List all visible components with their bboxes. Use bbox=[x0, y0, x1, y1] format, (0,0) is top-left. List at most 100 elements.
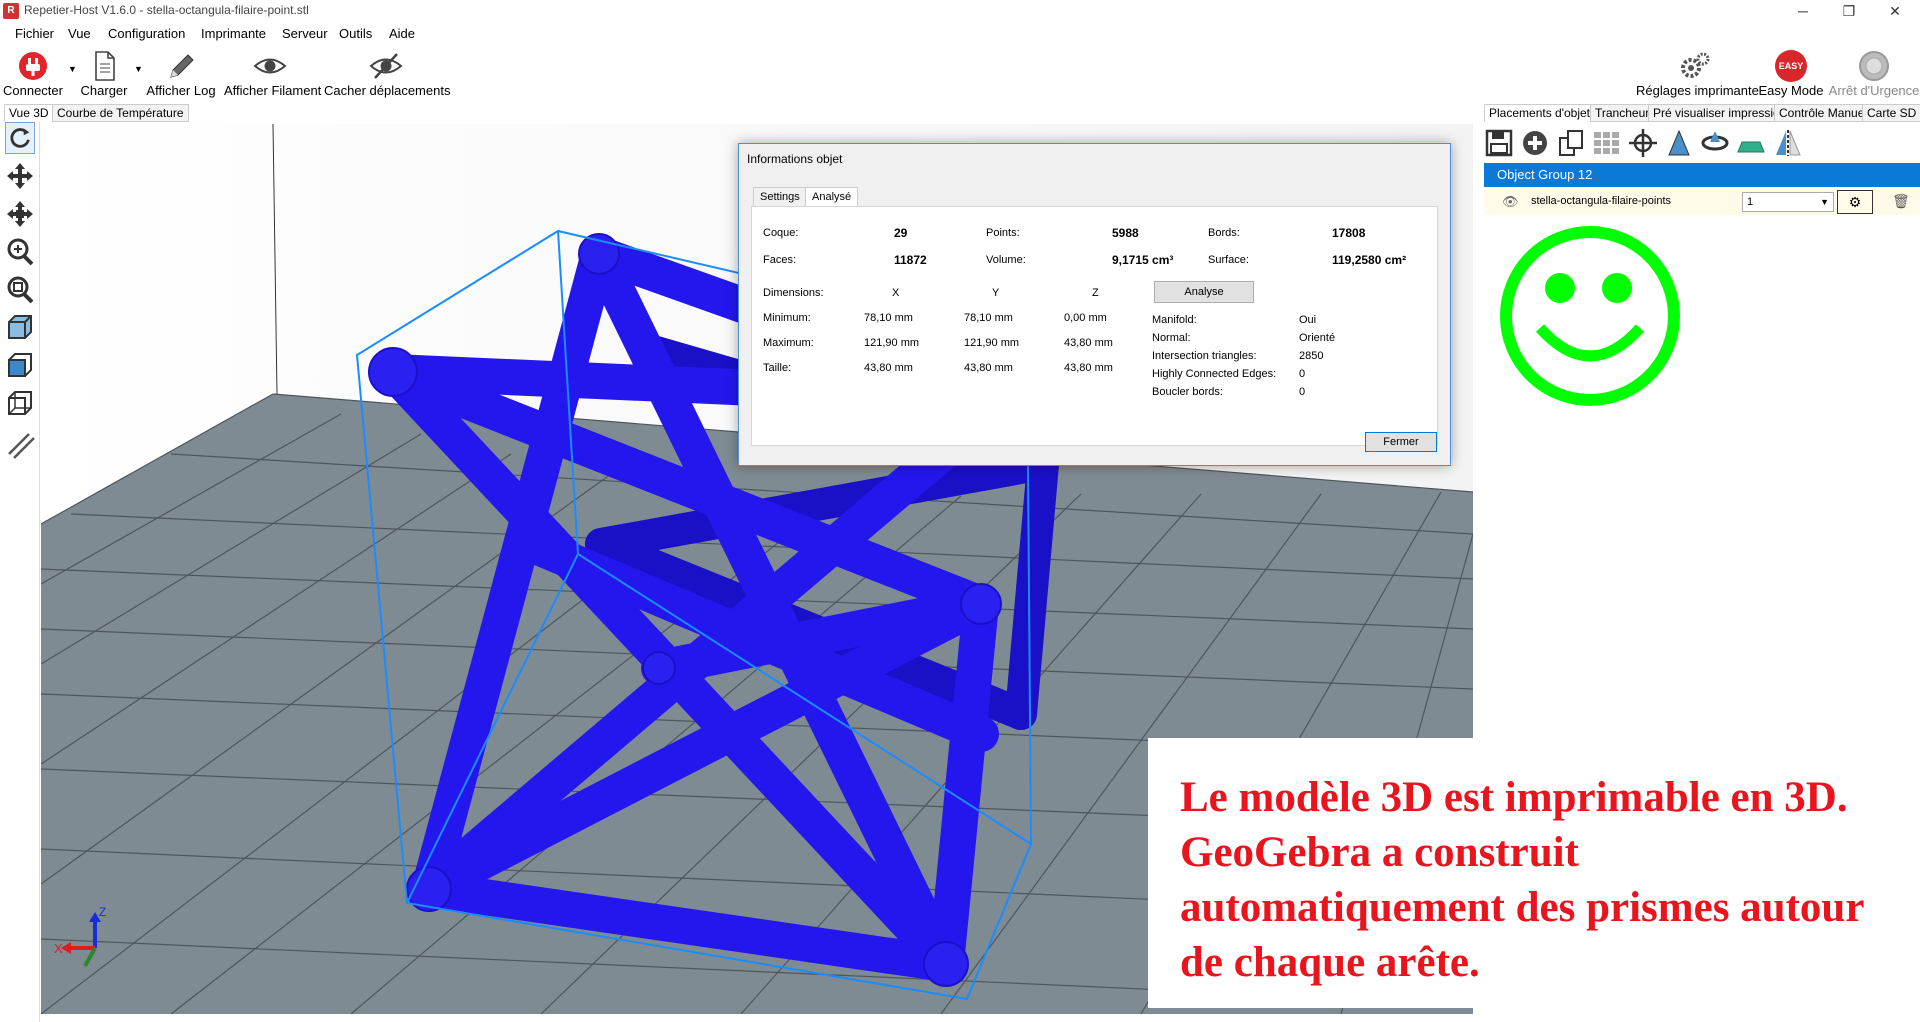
menu-aide[interactable]: Aide bbox=[389, 26, 415, 41]
emergency-stop-icon bbox=[1859, 51, 1889, 81]
delete-object-icon[interactable]: 🗑 bbox=[1892, 193, 1910, 210]
tab-sd-card[interactable]: Carte SD bbox=[1862, 104, 1920, 122]
tab-print-preview[interactable]: Pré visualiser impression bbox=[1648, 104, 1792, 122]
printer-settings-button[interactable]: Réglages imprimante bbox=[1636, 48, 1759, 100]
top-view-icon[interactable] bbox=[5, 350, 35, 382]
analyse-button[interactable]: Analyse bbox=[1154, 281, 1254, 303]
shell-value: 29 bbox=[894, 226, 908, 240]
show-log-label: Afficher Log bbox=[146, 83, 216, 98]
add-object-icon[interactable] bbox=[1520, 128, 1550, 158]
window-title: Repetier-Host V1.6.0 - stella-octangula-… bbox=[24, 3, 309, 17]
close-dialog-button[interactable]: Fermer bbox=[1365, 432, 1437, 452]
menu-configuration[interactable]: Configuration bbox=[108, 26, 185, 41]
analysis-value: 2850 bbox=[1299, 350, 1324, 362]
shell-label: Coque: bbox=[763, 227, 799, 239]
dim-cell: 78,10 mm bbox=[864, 312, 913, 324]
hide-moves-label: Cacher déplacements bbox=[324, 83, 451, 98]
rotate-icon[interactable] bbox=[5, 122, 35, 154]
tab-vue-3d[interactable]: Vue 3D bbox=[4, 104, 54, 122]
dim-cell: 43,80 mm bbox=[964, 362, 1013, 374]
surface-value: 119,2580 cm² bbox=[1332, 253, 1407, 267]
eye-icon bbox=[253, 58, 287, 74]
load-dropdown-icon[interactable]: ▼ bbox=[134, 64, 143, 74]
app-window: R Repetier-Host V1.6.0 - stella-octangul… bbox=[0, 0, 1920, 1022]
dim-header-y: Y bbox=[992, 287, 1000, 299]
mirror-object-icon[interactable] bbox=[1772, 128, 1802, 158]
menu-fichier[interactable]: Fichier bbox=[15, 26, 54, 41]
show-filament-button[interactable]: Afficher Filament bbox=[224, 48, 322, 100]
center-object-icon[interactable] bbox=[1628, 128, 1658, 158]
axis-x-label: X bbox=[54, 941, 63, 956]
object-info-dialog: Informations objet Settings Analysé Coqu… bbox=[738, 143, 1451, 466]
edges-label: Bords: bbox=[1208, 227, 1240, 239]
axis-z-label: Z bbox=[99, 905, 106, 919]
menu-vue[interactable]: Vue bbox=[68, 26, 91, 41]
easy-mode-button[interactable]: EASY Easy Mode bbox=[1756, 48, 1826, 100]
restore-button[interactable]: ❐ bbox=[1826, 0, 1872, 22]
rotate-object-icon[interactable] bbox=[1700, 128, 1730, 158]
menu-serveur[interactable]: Serveur bbox=[282, 26, 328, 41]
tab-settings[interactable]: Settings bbox=[753, 187, 807, 207]
autoposition-icon[interactable] bbox=[1592, 128, 1622, 158]
dim-row-label: Minimum: bbox=[763, 312, 811, 324]
move-view-icon[interactable] bbox=[5, 198, 35, 230]
tab-analyse[interactable]: Analysé bbox=[805, 187, 859, 207]
scale-object-icon[interactable] bbox=[1664, 128, 1694, 158]
zoom-icon[interactable] bbox=[5, 236, 35, 268]
document-icon bbox=[95, 51, 115, 81]
smiley-icon bbox=[1500, 226, 1680, 406]
easy-badge-icon: EASY bbox=[1775, 50, 1807, 82]
analysis-panel: Coque: 29 Points: 5988 Bords: 17808 Face… bbox=[751, 206, 1438, 446]
hide-moves-button[interactable]: Cacher déplacements bbox=[324, 48, 451, 100]
move-icon[interactable] bbox=[5, 160, 35, 192]
parallel-projection-icon[interactable] bbox=[5, 428, 35, 460]
analysis-value: Oui bbox=[1299, 314, 1317, 326]
copy-object-icon[interactable] bbox=[1556, 128, 1586, 158]
analysis-label: Boucler bords: bbox=[1152, 386, 1223, 398]
tab-manual-control[interactable]: Contrôle Manuel bbox=[1774, 104, 1873, 122]
save-icon[interactable] bbox=[1484, 128, 1514, 158]
volume-label: Volume: bbox=[986, 254, 1026, 266]
gears-icon bbox=[1681, 52, 1710, 78]
points-label: Points: bbox=[986, 227, 1020, 239]
object-group-header[interactable]: Object Group 12 bbox=[1484, 163, 1920, 187]
dim-cell: 43,80 mm bbox=[1064, 337, 1113, 349]
show-log-button[interactable]: Afficher Log bbox=[146, 48, 216, 100]
emergency-stop-button[interactable]: Arrêt d'Urgence bbox=[1828, 48, 1920, 100]
copies-select[interactable]: 1 ▼ bbox=[1742, 192, 1834, 212]
dim-header-z: Z bbox=[1092, 287, 1099, 299]
dim-cell: 121,90 mm bbox=[964, 337, 1020, 349]
tab-slicer[interactable]: Trancheur bbox=[1590, 104, 1655, 122]
dim-cell: 78,10 mm bbox=[964, 312, 1013, 324]
object-row[interactable]: 👁 stella-octangula-filaire-points 1 ▼ ⚙ … bbox=[1484, 189, 1920, 215]
analysis-label: Normal: bbox=[1152, 332, 1191, 344]
app-icon: R bbox=[3, 3, 19, 19]
cut-object-icon[interactable] bbox=[1736, 128, 1766, 158]
faces-label: Faces: bbox=[763, 254, 797, 266]
show-filament-label: Afficher Filament bbox=[224, 83, 322, 98]
side-view-icon[interactable] bbox=[5, 388, 35, 420]
dim-cell: 0,00 mm bbox=[1064, 312, 1107, 324]
analysis-value: 0 bbox=[1299, 386, 1306, 398]
menu-outils[interactable]: Outils bbox=[339, 26, 372, 41]
zoom-fit-icon[interactable] bbox=[5, 274, 35, 306]
load-button[interactable]: Charger bbox=[78, 48, 130, 100]
minimize-button[interactable]: ─ bbox=[1780, 0, 1826, 22]
connect-button[interactable]: Connecter bbox=[2, 48, 64, 100]
connect-label: Connecter bbox=[3, 83, 63, 98]
analysis-value: Orienté bbox=[1299, 332, 1336, 344]
front-view-icon[interactable] bbox=[5, 312, 35, 344]
connect-dropdown-icon[interactable]: ▼ bbox=[68, 64, 77, 74]
visibility-eye-icon[interactable]: 👁 bbox=[1502, 194, 1519, 210]
object-settings-button[interactable]: ⚙ bbox=[1837, 190, 1873, 214]
menu-imprimante[interactable]: Imprimante bbox=[201, 26, 266, 41]
volume-value: 9,1715 cm³ bbox=[1112, 253, 1174, 267]
close-window-button[interactable]: ✕ bbox=[1872, 0, 1918, 22]
dim-row-label: Taille: bbox=[763, 362, 792, 374]
annotation-box: Le modèle 3D est imprimable en 3D. GeoGe… bbox=[1148, 738, 1920, 1008]
tab-object-placement[interactable]: Placements d'objets bbox=[1484, 104, 1602, 122]
tab-temperature-curve[interactable]: Courbe de Température bbox=[52, 104, 189, 122]
view-tools-column bbox=[0, 122, 40, 1022]
dim-cell: 43,80 mm bbox=[1064, 362, 1113, 374]
dim-cell: 121,90 mm bbox=[864, 337, 920, 349]
